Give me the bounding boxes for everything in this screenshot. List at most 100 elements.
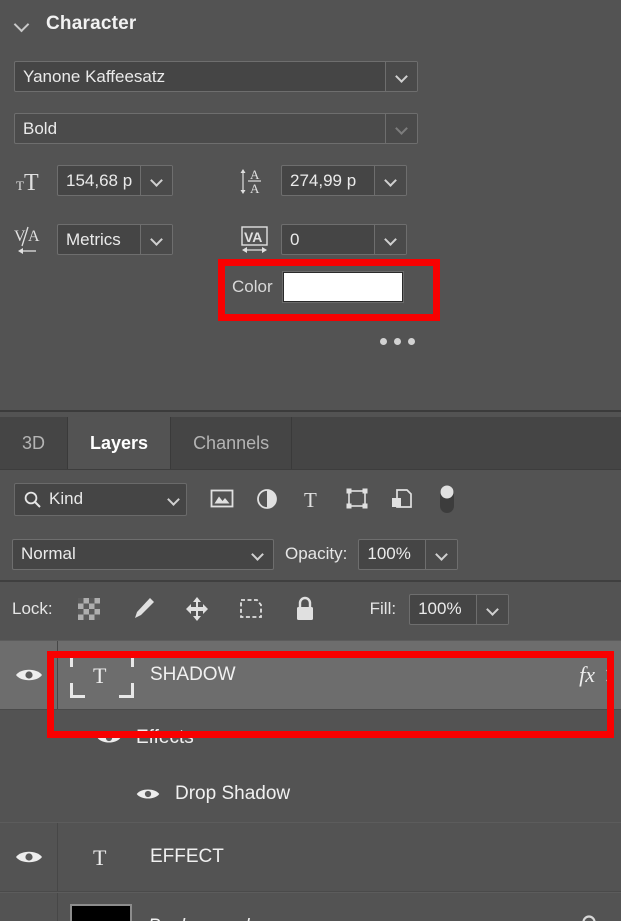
svg-text:VA: VA xyxy=(244,229,262,245)
type-layer-thumbnail[interactable]: T xyxy=(70,834,134,880)
text-color-row: Color xyxy=(232,272,403,302)
font-style-select[interactable]: Bold xyxy=(14,113,418,144)
font-size-row: T T 154,68 p xyxy=(14,165,173,196)
blend-opacity-bar: Normal Opacity: 100% xyxy=(0,528,621,582)
table-row[interactable]: T EFFECT xyxy=(0,822,621,892)
type-icon: T xyxy=(93,845,107,870)
dot-icon xyxy=(394,338,401,345)
bracket-icon xyxy=(70,652,85,667)
effect-visibility-toggle[interactable] xyxy=(135,785,161,803)
tab-label: 3D xyxy=(22,432,46,453)
font-style-row: Bold xyxy=(14,113,418,144)
layer-visibility-toggle[interactable] xyxy=(0,823,58,891)
layer-filter-kind-select[interactable]: Kind xyxy=(14,482,187,516)
font-family-select[interactable]: Yanone Kaffeesatz xyxy=(14,61,418,92)
pixel-layer-filter-icon[interactable] xyxy=(205,482,239,516)
text-color-swatch[interactable] xyxy=(282,272,403,302)
layer-effects-fx-badge[interactable]: fx xyxy=(579,662,595,688)
layers-panel-tabbar: 3D Layers Channels xyxy=(0,417,621,470)
svg-text:T: T xyxy=(24,170,39,194)
bracket-icon xyxy=(70,683,85,698)
type-layer-thumbnail[interactable]: T xyxy=(70,652,134,698)
lock-position-icon[interactable] xyxy=(180,592,214,626)
layer-visibility-toggle[interactable] xyxy=(0,893,58,921)
layer-effects-group-row[interactable]: Effects xyxy=(0,710,621,766)
svg-text:V: V xyxy=(14,228,26,245)
fill-label: Fill: xyxy=(369,599,397,618)
chevron-down-icon[interactable] xyxy=(14,16,30,32)
font-style-value: Bold xyxy=(23,118,58,138)
chevron-down-icon xyxy=(436,549,447,560)
kerning-input[interactable]: Metrics xyxy=(57,224,173,255)
fill-value: 100% xyxy=(418,599,462,618)
table-row[interactable]: Background xyxy=(0,892,621,921)
blend-mode-value: Normal xyxy=(21,544,76,563)
layer-type-filter-icons: T xyxy=(205,482,464,516)
font-size-input[interactable]: 154,68 p xyxy=(57,165,173,196)
chevron-down-icon[interactable] xyxy=(603,670,613,680)
leading-input[interactable]: 274,99 p xyxy=(281,165,407,196)
layers-panel: 3D Layers Channels Kind T Normal Opacity… xyxy=(0,410,621,921)
font-size-value: 154,68 p xyxy=(66,170,133,190)
svg-text:T: T xyxy=(304,488,317,510)
fill-input[interactable]: 100% xyxy=(409,593,510,625)
effects-group-label: Effects xyxy=(136,727,194,748)
bracket-icon xyxy=(119,652,134,667)
chevron-down-icon xyxy=(252,549,263,560)
blend-mode-dropdown-arrow[interactable] xyxy=(241,540,273,569)
fill-dropdown-arrow[interactable] xyxy=(476,594,509,624)
kerning-row: V A Metrics xyxy=(14,224,173,255)
font-family-value: Yanone Kaffeesatz xyxy=(23,66,166,86)
tab-channels[interactable]: Channels xyxy=(171,417,293,469)
chevron-down-icon xyxy=(396,123,407,134)
kerning-dropdown-arrow[interactable] xyxy=(140,225,172,254)
chevron-down-icon[interactable] xyxy=(168,494,179,505)
eye-icon xyxy=(97,733,121,743)
blend-mode-select[interactable]: Normal xyxy=(12,538,274,570)
tab-layers[interactable]: Layers xyxy=(68,417,172,469)
lock-image-pixels-icon[interactable] xyxy=(126,592,160,626)
tracking-input[interactable]: 0 xyxy=(281,224,407,255)
effects-visibility-toggle[interactable] xyxy=(96,729,122,747)
effect-name: Drop Shadow xyxy=(175,783,291,804)
tracking-row: VA 0 xyxy=(238,224,407,255)
leading-dropdown-arrow[interactable] xyxy=(374,166,406,195)
lock-all-icon[interactable] xyxy=(288,592,322,626)
layer-row-body: T EFFECT xyxy=(58,823,621,891)
type-layer-filter-icon[interactable]: T xyxy=(295,482,329,516)
opacity-label: Opacity: xyxy=(285,544,348,563)
svg-text:A: A xyxy=(250,181,260,196)
font-family-dropdown-arrow[interactable] xyxy=(385,62,417,91)
font-style-dropdown-arrow[interactable] xyxy=(385,114,417,143)
chevron-down-icon xyxy=(151,175,162,186)
table-row[interactable]: T SHADOW fx xyxy=(0,640,621,710)
lock-transparency-icon[interactable] xyxy=(72,592,106,626)
smart-object-filter-icon[interactable] xyxy=(385,482,419,516)
dot-icon xyxy=(408,338,415,345)
lock-artboard-nesting-icon[interactable] xyxy=(234,592,268,626)
lock-fill-bar: Lock: Fill: 100% xyxy=(0,582,621,636)
adjustment-layer-filter-icon[interactable] xyxy=(250,482,284,516)
eye-icon xyxy=(136,789,160,799)
dot-icon xyxy=(380,338,387,345)
font-size-dropdown-arrow[interactable] xyxy=(140,166,172,195)
opacity-dropdown-arrow[interactable] xyxy=(425,539,458,569)
filter-kind-label: Kind xyxy=(49,489,84,508)
layer-name: EFFECT xyxy=(150,846,224,867)
filter-toggle-switch[interactable] xyxy=(430,482,464,516)
opacity-input[interactable]: 100% xyxy=(358,538,459,570)
layer-effect-row[interactable]: Drop Shadow xyxy=(0,766,621,822)
shape-layer-filter-icon[interactable] xyxy=(340,482,374,516)
chevron-down-icon xyxy=(487,604,498,615)
tab-3d[interactable]: 3D xyxy=(0,417,69,469)
kerning-value: Metrics xyxy=(66,229,121,249)
layer-visibility-toggle[interactable] xyxy=(0,641,58,709)
tracking-dropdown-arrow[interactable] xyxy=(374,225,406,254)
svg-text:T: T xyxy=(93,663,107,688)
layer-name: Background xyxy=(148,916,249,921)
character-more-options-button[interactable] xyxy=(380,338,415,345)
leading-icon: A A xyxy=(238,166,272,196)
character-panel-header[interactable]: Character xyxy=(0,0,621,48)
color-label: Color xyxy=(232,277,273,296)
background-layer-thumbnail[interactable] xyxy=(70,904,132,921)
